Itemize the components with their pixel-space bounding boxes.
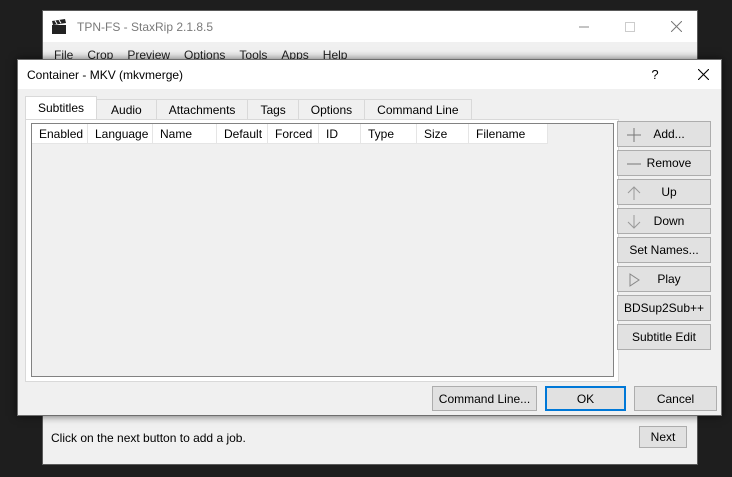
help-button[interactable]: ? [640,60,670,89]
cancel-button[interactable]: Cancel [634,386,717,411]
clapperboard-icon [51,18,67,35]
status-text: Click on the next button to add a job. [51,431,246,445]
remove-button-label: Remove [646,156,692,170]
play-icon [626,272,642,288]
tab-subtitles[interactable]: Subtitles [25,96,98,119]
column-forced[interactable]: Forced [268,124,319,144]
bdsup2sub-button[interactable]: BDSup2Sub++ [617,295,711,321]
subtitle-list[interactable]: Enabled Language Name Default Forced ID … [31,123,614,377]
up-button-label: Up [661,185,677,199]
plus-icon [626,127,642,143]
minus-icon [626,156,642,172]
list-header: Enabled Language Name Default Forced ID … [32,124,548,144]
column-type[interactable]: Type [361,124,417,144]
down-button-label: Down [653,214,685,228]
add-button-label: Add... [653,127,685,141]
tab-strip: Subtitles Audio Attachments Tags Options… [25,96,472,119]
ok-button[interactable]: OK [545,386,626,411]
dialog-title: Container - MKV (mkvmerge) [27,67,184,82]
main-window-title: TPN-FS - StaxRip 2.1.8.5 [77,19,214,34]
dialog-close-icon[interactable] [684,60,722,89]
close-icon[interactable] [653,11,699,42]
column-name[interactable]: Name [153,124,217,144]
maximize-icon[interactable] [607,11,653,42]
minimize-icon[interactable] [561,11,607,42]
up-button[interactable]: Up [617,179,711,205]
main-title-bar[interactable]: TPN-FS - StaxRip 2.1.8.5 [43,11,697,42]
play-button-label: Play [657,272,681,286]
down-button[interactable]: Down [617,208,711,234]
tab-attachments[interactable]: Attachments [155,99,249,119]
add-button[interactable]: Add... [617,121,711,147]
arrow-up-icon [626,185,642,201]
column-filename[interactable]: Filename [469,124,548,144]
set-names-button[interactable]: Set Names... [617,237,711,263]
column-size[interactable]: Size [417,124,469,144]
dialog-title-bar[interactable]: Container - MKV (mkvmerge) ? [18,60,721,89]
remove-button[interactable]: Remove [617,150,711,176]
column-id[interactable]: ID [319,124,361,144]
column-language[interactable]: Language [88,124,153,144]
next-button[interactable]: Next [639,426,687,448]
container-dialog: Container - MKV (mkvmerge) ? Subtitles A… [17,59,722,416]
arrow-down-icon [626,214,642,230]
column-enabled[interactable]: Enabled [32,124,88,144]
tab-command-line[interactable]: Command Line [364,99,472,119]
command-line-button[interactable]: Command Line... [432,386,537,411]
play-button[interactable]: Play [617,266,711,292]
tab-options[interactable]: Options [297,99,366,119]
tab-tags[interactable]: Tags [247,99,299,119]
subtitle-edit-button[interactable]: Subtitle Edit [617,324,711,350]
subtitles-panel: Enabled Language Name Default Forced ID … [25,119,619,382]
tab-audio[interactable]: Audio [96,99,157,119]
column-default[interactable]: Default [217,124,268,144]
